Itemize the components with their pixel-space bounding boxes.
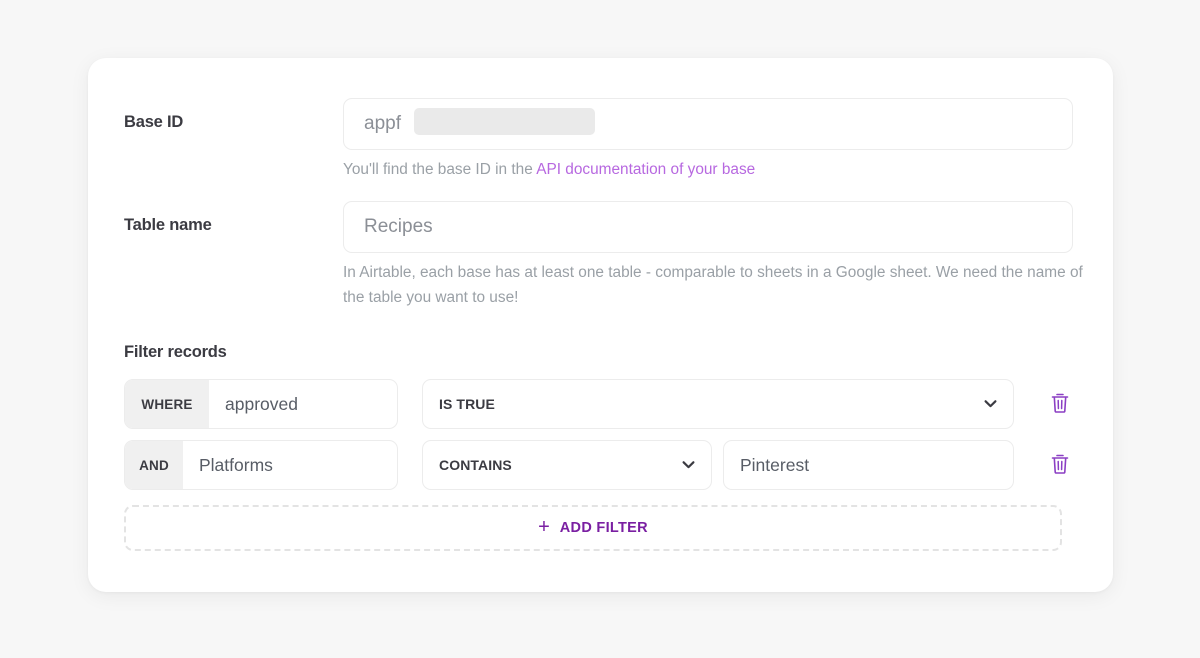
filter-row: AND Platforms CONTAINS Pinterest <box>124 440 1069 490</box>
filter-value-input-2[interactable]: Pinterest <box>723 440 1014 490</box>
filter-operator-label-1: IS TRUE <box>439 396 495 412</box>
base-id-redaction-block <box>414 108 595 135</box>
settings-card: Base ID appf You'll find the base ID in … <box>88 58 1113 592</box>
filter-operator-select-2[interactable]: CONTAINS <box>422 440 712 490</box>
base-id-label: Base ID <box>124 113 184 131</box>
filter-field-input-1[interactable]: approved <box>209 380 397 428</box>
filter-operator-label-2: CONTAINS <box>439 457 512 473</box>
trash-icon <box>1051 393 1069 413</box>
filter-row: WHERE approved IS TRUE <box>124 379 1069 429</box>
base-id-value: appf <box>364 113 401 134</box>
chevron-down-icon <box>984 400 997 409</box>
add-filter-label: ADD FILTER <box>559 520 648 536</box>
delete-filter-button-2[interactable] <box>1050 453 1072 477</box>
table-name-input[interactable]: Recipes <box>343 201 1073 253</box>
base-id-input[interactable]: appf <box>343 98 1073 150</box>
filter-records-title: Filter records <box>124 343 227 361</box>
filter-field-input-2[interactable]: Platforms <box>183 441 397 489</box>
chevron-down-icon <box>682 461 695 470</box>
api-documentation-link[interactable]: API documentation of your base <box>536 161 755 178</box>
filter-conjunction-group-1: WHERE approved <box>124 379 398 429</box>
table-name-value: Recipes <box>364 216 433 237</box>
base-id-helper-prefix: You'll find the base ID in the <box>343 161 537 178</box>
filter-conjunction-2: AND <box>125 441 183 489</box>
delete-filter-button-1[interactable] <box>1050 392 1072 416</box>
trash-icon <box>1051 454 1069 474</box>
filter-conjunction-group-2: AND Platforms <box>124 440 398 490</box>
filter-value-text-2: Pinterest <box>740 454 810 475</box>
plus-icon: + <box>538 516 550 538</box>
filter-conjunction-1: WHERE <box>125 380 209 428</box>
add-filter-button[interactable]: + ADD FILTER <box>124 505 1062 551</box>
table-name-label: Table name <box>124 216 212 234</box>
base-id-helper-text: You'll find the base ID in the API docum… <box>343 158 1083 183</box>
filter-operator-select-1[interactable]: IS TRUE <box>422 379 1014 429</box>
table-name-helper-text: In Airtable, each base has at least one … <box>343 264 1083 306</box>
